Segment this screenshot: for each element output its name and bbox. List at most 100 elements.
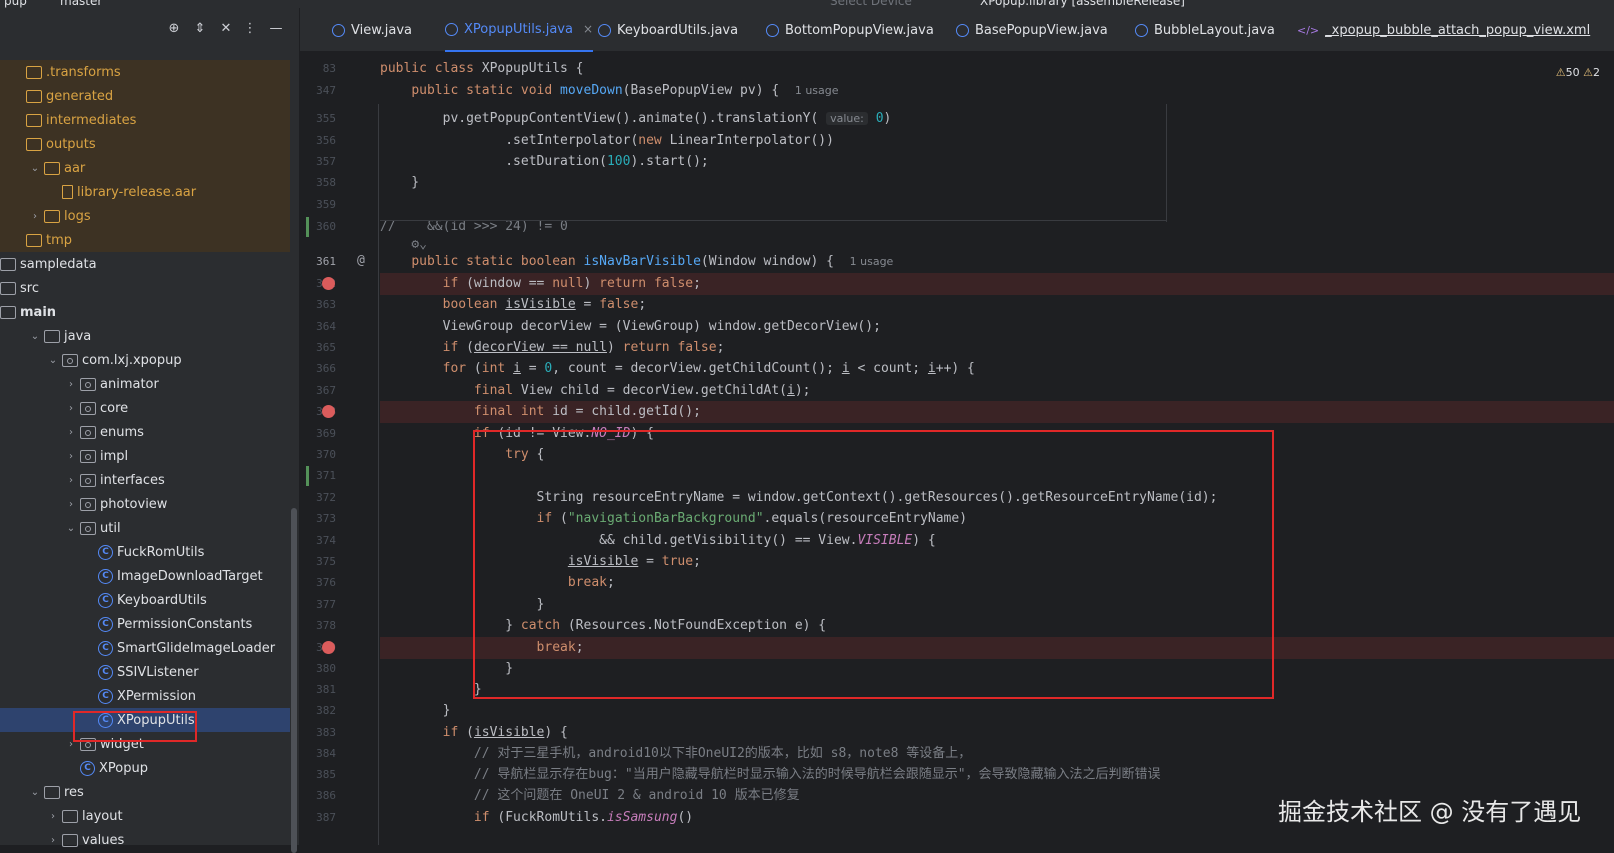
chevron-down-icon[interactable]: ⌄ <box>64 523 78 534</box>
tab-file[interactable]: XPopupUtils.java × <box>445 8 594 52</box>
tree-item[interactable]: C XPopup <box>0 756 290 780</box>
chevron-down-icon[interactable]: ⌄ <box>28 163 42 174</box>
tab-file[interactable]: </> _xpopup_bubble_attach_popup_view.xml <box>1297 8 1590 52</box>
tree-item[interactable]: library-release.aar <box>0 180 290 204</box>
chevron-right-icon[interactable]: › <box>64 451 78 462</box>
tree-item[interactable]: C XPermission <box>0 684 290 708</box>
locate-icon[interactable]: ⊕ <box>166 21 182 37</box>
chevron-right-icon[interactable]: › <box>28 211 42 222</box>
tree-item[interactable]: ⌄ util <box>0 516 290 540</box>
branch-name[interactable]: master <box>60 0 102 8</box>
code-line[interactable]: if (window == null) return false; <box>380 273 1614 295</box>
tree-item-label: XPermission <box>117 688 197 704</box>
code-line[interactable]: if (isVisible) { <box>380 722 1614 744</box>
tree-item-label: util <box>100 520 121 536</box>
tree-item[interactable]: › layout <box>0 804 290 828</box>
tab-file[interactable]: View.java <box>332 8 412 52</box>
tree-item[interactable]: ⌄ java <box>0 324 290 348</box>
tree-item[interactable]: C FuckRomUtils <box>0 540 290 564</box>
code-line[interactable]: } <box>380 700 1614 722</box>
code-line[interactable]: final View child = decorView.getChildAt(… <box>380 380 1614 402</box>
highlight-box-code <box>473 430 1274 699</box>
folder-icon <box>44 209 60 223</box>
tab-label: _xpopup_bubble_attach_popup_view.xml <box>1325 22 1591 38</box>
tree-item[interactable]: › interfaces <box>0 468 290 492</box>
tree-item-label: com.lxj.xpopup <box>82 352 182 368</box>
code-line[interactable]: public static boolean isNavBarVisible(Wi… <box>380 251 1614 273</box>
expand-all-icon[interactable]: ⇕ <box>192 21 208 37</box>
chevron-right-icon[interactable]: › <box>64 379 78 390</box>
code-line[interactable]: // 导航栏显示存在bug："当用户隐藏导航栏时显示输入法的时候导航栏会跟随显示… <box>380 764 1614 786</box>
package-icon <box>80 449 96 463</box>
tree-item[interactable]: › enums <box>0 420 290 444</box>
project-name[interactable]: pup <box>4 0 27 8</box>
tree-item[interactable]: sampledata <box>0 252 290 276</box>
tree-item[interactable]: › core <box>0 396 290 420</box>
package-icon <box>80 401 96 415</box>
code-line[interactable]: boolean isVisible = false; <box>380 294 1614 316</box>
tree-item[interactable]: › photoview <box>0 492 290 516</box>
tree-item[interactable]: outputs <box>0 132 290 156</box>
code-line[interactable]: .setDuration(100).start(); <box>380 151 1614 173</box>
device-selector[interactable]: Select Device <box>830 0 912 8</box>
tab-file[interactable]: BottomPopupView.java <box>766 8 934 52</box>
chevron-right-icon[interactable]: › <box>46 811 60 822</box>
class-icon: C <box>98 640 113 656</box>
tree-item-label: outputs <box>46 136 96 152</box>
code-line[interactable]: .setInterpolator(new LinearInterpolator(… <box>380 130 1614 152</box>
chevron-right-icon[interactable]: › <box>64 427 78 438</box>
collapse-all-icon[interactable]: ✕ <box>218 21 234 37</box>
project-panel: ⊕ ⇕ ✕ ⋮ — .transforms generated intermedia… <box>0 8 300 853</box>
chevron-right-icon[interactable]: › <box>64 403 78 414</box>
chevron-down-icon[interactable]: ⌄ <box>28 331 42 342</box>
folder-icon <box>44 161 60 175</box>
tree-item[interactable]: › logs <box>0 204 290 228</box>
tree-item[interactable]: src <box>0 276 290 300</box>
chevron-right-icon[interactable]: › <box>64 499 78 510</box>
tree-item[interactable]: C PermissionConstants <box>0 612 290 636</box>
tree-item[interactable]: › animator <box>0 372 290 396</box>
code-line[interactable]: if (decorView == null) return false; <box>380 337 1614 359</box>
tree-item[interactable]: C SmartGlideImageLoader <box>0 636 290 660</box>
tree-item[interactable]: ⌄ aar <box>0 156 290 180</box>
chevron-right-icon[interactable]: › <box>46 835 60 846</box>
package-icon <box>80 377 96 391</box>
tree-item[interactable]: generated <box>0 84 290 108</box>
options-icon[interactable]: ⋮ <box>242 21 258 37</box>
close-tab-icon[interactable]: × <box>583 22 593 36</box>
code-line[interactable]: // 对于三星手机，android10以下非OneUI2的版本，比如 s8，no… <box>380 743 1614 765</box>
code-line[interactable]: for (int i = 0, count = decorView.getChi… <box>380 358 1614 380</box>
tree-item[interactable]: ⌄ res <box>0 780 290 804</box>
tab-file[interactable]: BubbleLayout.java <box>1135 8 1275 52</box>
tab-file[interactable]: KeyboardUtils.java <box>598 8 738 52</box>
chevron-down-icon[interactable]: ⌄ <box>28 787 42 798</box>
tree-item[interactable]: intermediates <box>0 108 290 132</box>
tree-item[interactable]: › values <box>0 828 290 852</box>
tree-item[interactable]: › impl <box>0 444 290 468</box>
project-scrollbar[interactable] <box>291 508 297 853</box>
tree-item-label: SSIVListener <box>117 664 199 680</box>
code-line[interactable]: } <box>380 172 1614 194</box>
class-icon <box>956 23 969 37</box>
hide-panel-icon[interactable]: — <box>268 21 284 37</box>
code-line[interactable]: public static void moveDown(BasePopupVie… <box>380 80 1614 102</box>
tree-item-label: photoview <box>100 496 168 512</box>
code-line[interactable]: public class XPopupUtils { <box>380 58 1614 80</box>
run-config[interactable]: XPopup.library [assembleRelease] <box>980 0 1185 8</box>
tree-item[interactable]: C ImageDownloadTarget <box>0 564 290 588</box>
chevron-down-icon[interactable]: ⌄ <box>46 355 60 366</box>
tree-item[interactable]: .transforms <box>0 60 290 84</box>
tree-item[interactable]: C KeyboardUtils <box>0 588 290 612</box>
code-line[interactable]: pv.getPopupContentView().animate().trans… <box>380 108 1614 130</box>
chevron-right-icon[interactable]: › <box>64 475 78 486</box>
tree-item[interactable]: main <box>0 300 290 324</box>
code-line[interactable] <box>380 194 1614 216</box>
inspection-widget[interactable]: ⚠50 ⚠2 <box>1556 66 1600 79</box>
tree-item[interactable]: C SSIVListener <box>0 660 290 684</box>
code-line[interactable]: final int id = child.getId(); <box>380 401 1614 423</box>
tree-item[interactable]: tmp <box>0 228 290 252</box>
code-line[interactable]: ViewGroup decorView = (ViewGroup) window… <box>380 316 1614 338</box>
divider <box>380 220 1166 221</box>
tab-file[interactable]: BasePopupView.java <box>956 8 1108 52</box>
tree-item[interactable]: ⌄ com.lxj.xpopup <box>0 348 290 372</box>
